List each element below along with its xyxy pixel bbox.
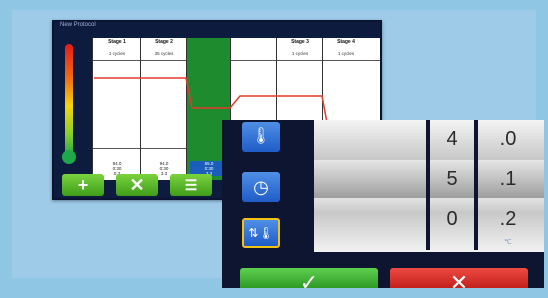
clock-icon: ◷ [253, 177, 269, 197]
list-icon: ☰ [184, 177, 198, 193]
ramp-rate-mode-button[interactable]: ⇅🌡 [242, 218, 280, 248]
value-picker-wheel[interactable]: 4 .0 5 .1 0 .2 [314, 120, 544, 252]
time-mode-button[interactable]: ◷ [242, 172, 280, 202]
ramp-rate-icon: ⇅🌡 [248, 226, 274, 240]
picker-int-digit[interactable]: 5 [430, 168, 474, 191]
confirm-button[interactable]: ✓ [240, 268, 378, 295]
thermometer-gauge [62, 44, 76, 174]
unit-label: ℃ [504, 239, 512, 246]
close-icon: ✕ [449, 270, 469, 295]
check-icon: ✓ [299, 270, 319, 295]
menu-button[interactable]: ☰ [170, 174, 212, 196]
delete-button[interactable]: ✕ [116, 174, 158, 196]
temperature-mode-button[interactable]: 🌡 [242, 122, 280, 152]
close-icon: ✕ [129, 175, 145, 195]
cancel-button[interactable]: ✕ [390, 268, 528, 295]
add-button[interactable]: + [62, 174, 104, 196]
plus-icon: + [77, 175, 89, 195]
screenshot-frame: New Protocol Stage 1 1 cycles 94.00:300.… [12, 10, 544, 295]
picker-int-digit[interactable]: 4 [430, 128, 474, 151]
screen-title: New Protocol [60, 22, 96, 28]
temperature-dialog: 🌡 ◷ ⇅🌡 4 .0 5 .1 0 .2 ℃ ✓ ✕ [222, 120, 544, 295]
picker-decimal-digit[interactable]: .0 [478, 128, 538, 151]
picker-decimal-digit[interactable]: .2 [478, 208, 538, 231]
thermometer-icon: 🌡 [250, 128, 272, 145]
picker-decimal-digit[interactable]: .1 [478, 168, 538, 191]
picker-int-digit[interactable]: 0 [430, 208, 474, 231]
